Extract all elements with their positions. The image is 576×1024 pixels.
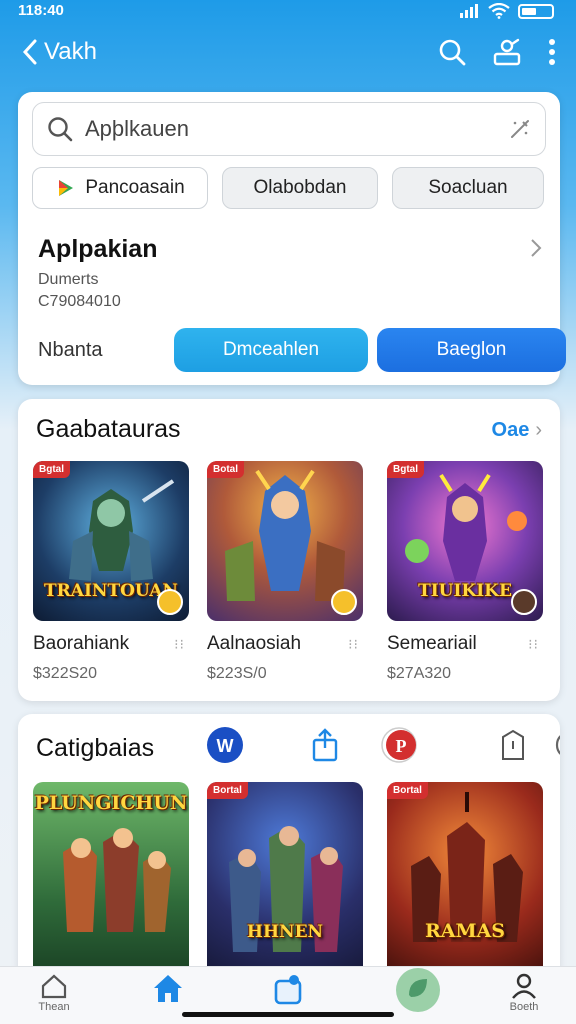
partial-icon[interactable] bbox=[544, 726, 560, 764]
chip-olabobdan[interactable]: Olabobdan bbox=[222, 167, 378, 209]
app-title: Aplpakian bbox=[38, 235, 158, 263]
section-title: Catigbaias bbox=[36, 734, 155, 762]
tab-home-outline[interactable]: Thean bbox=[24, 973, 84, 1013]
game-name: Baorahiank bbox=[33, 633, 130, 654]
thumb-tag: Bortal bbox=[207, 782, 248, 799]
game-price: $27A320 bbox=[387, 665, 452, 682]
tab-profile[interactable]: Boeth bbox=[494, 973, 554, 1013]
category-thumbnail[interactable]: PLUNGICHUN bbox=[33, 782, 189, 974]
status-icons bbox=[460, 3, 554, 19]
category-thumbnail[interactable]: Bortal RAMAS bbox=[387, 782, 543, 974]
game-name-row: Baorahiank ⁝⁝ bbox=[33, 633, 191, 655]
badge-icon bbox=[331, 589, 357, 615]
game-thumbnail[interactable]: Bgtal TRAINTOUAN bbox=[33, 461, 189, 621]
more-icon[interactable] bbox=[548, 38, 556, 66]
app-meta: Dumerts C79084010 bbox=[38, 269, 121, 313]
brand-w-icon[interactable]: W bbox=[206, 726, 244, 764]
game-price: $223S/0 bbox=[207, 665, 267, 682]
svg-text:P: P bbox=[396, 736, 407, 756]
thumb-art-text: PLUNGICHUN bbox=[34, 792, 188, 814]
signal-icon bbox=[460, 4, 478, 18]
thumb-tag: Botal bbox=[207, 461, 244, 478]
thumb-tag: Bgtal bbox=[387, 461, 424, 478]
p-badge-icon[interactable]: P bbox=[380, 726, 418, 764]
game-price: $322S20 bbox=[33, 665, 98, 682]
play-store-icon bbox=[59, 180, 74, 196]
see-all-label: Oae bbox=[491, 419, 530, 441]
download-button[interactable]: Dmceahlen bbox=[174, 328, 368, 372]
profile-icon bbox=[512, 973, 536, 999]
thumb-tag: Bgtal bbox=[33, 461, 70, 478]
game-name-row: Semeariail ⁝⁝ bbox=[387, 633, 545, 655]
thumb-art-text: HHNEN bbox=[246, 922, 324, 942]
store-icon bbox=[274, 975, 302, 1005]
badge-icon bbox=[511, 589, 537, 615]
see-all-link[interactable]: Oae › bbox=[492, 419, 542, 442]
character-art bbox=[229, 826, 343, 952]
grid-dots-icon[interactable]: ⁝⁝ bbox=[528, 636, 539, 653]
game-card[interactable]: Bgtal TIUIKIKE Semeariail ⁝⁝ $27A320 bbox=[387, 461, 545, 683]
game-name: Semeariail bbox=[387, 633, 477, 654]
tab-label: Thean bbox=[38, 1001, 70, 1013]
chip-label: Soacluan bbox=[428, 177, 508, 198]
search-box[interactable] bbox=[32, 102, 546, 156]
nav-actions bbox=[438, 38, 556, 66]
game-card[interactable]: Bgtal TRAINTOUAN Baorahiank ⁝⁝ $322S20 bbox=[33, 461, 191, 683]
grid-dots-icon[interactable]: ⁝⁝ bbox=[348, 636, 359, 653]
share-icon[interactable] bbox=[492, 38, 522, 66]
status-time: 118:40 bbox=[18, 2, 64, 19]
chevron-left-icon bbox=[22, 39, 37, 65]
home-icon bbox=[154, 975, 182, 1002]
search-icon[interactable] bbox=[438, 38, 466, 66]
game-thumbnail[interactable]: Botal bbox=[207, 461, 363, 621]
games-section: Gaabatauras Oae › Bgtal TRAINTOUAN Baora… bbox=[18, 399, 560, 701]
character-art bbox=[411, 792, 523, 942]
section-title: Gaabatauras bbox=[36, 415, 181, 443]
game-card[interactable]: Botal Aalnaosiah ⁝⁝ $223S/0 bbox=[207, 461, 365, 683]
tab-home[interactable] bbox=[138, 973, 198, 1005]
chip-label: Olabobdan bbox=[253, 177, 347, 198]
leaf-icon bbox=[396, 968, 440, 1012]
battery-icon bbox=[518, 3, 554, 19]
app-meta-line1: Dumerts bbox=[38, 271, 99, 288]
tab-store[interactable] bbox=[258, 973, 318, 1007]
app-meta-line2: C79084010 bbox=[38, 293, 121, 310]
wifi-icon bbox=[488, 3, 510, 19]
tag-icon[interactable] bbox=[494, 726, 532, 764]
app-card: Pancoasain Olabobdan Soacluan Aplpakian … bbox=[18, 92, 566, 385]
back-button[interactable]: Vakh bbox=[22, 38, 97, 66]
chip-label: Pancoasain bbox=[85, 177, 185, 198]
chevron-right-icon[interactable] bbox=[530, 238, 542, 264]
svg-text:W: W bbox=[217, 736, 234, 756]
tab-leaf[interactable] bbox=[388, 968, 448, 1015]
category-icons: W P bbox=[204, 726, 560, 770]
search-input[interactable] bbox=[85, 116, 509, 142]
game-name: Aalnaosiah bbox=[207, 633, 302, 654]
tab-label: Boeth bbox=[509, 1001, 539, 1013]
game-name-row: Aalnaosiah ⁝⁝ bbox=[207, 633, 365, 655]
share-icon[interactable] bbox=[306, 726, 344, 764]
badge-icon bbox=[157, 589, 183, 615]
category-thumbnail[interactable]: Bortal HHNEN bbox=[207, 782, 363, 974]
back-label: Vakh bbox=[44, 38, 97, 65]
action-row-label: Nbanta bbox=[38, 339, 103, 361]
thumb-tag: Bortal bbox=[387, 782, 428, 799]
grid-dots-icon[interactable]: ⁝⁝ bbox=[174, 636, 185, 653]
search-icon bbox=[48, 117, 73, 142]
nav-bar: Vakh bbox=[0, 30, 576, 78]
home-indicator bbox=[182, 1012, 394, 1017]
chip-soacluan[interactable]: Soacluan bbox=[392, 167, 544, 209]
filter-chips: Pancoasain Olabobdan Soacluan bbox=[32, 167, 544, 209]
status-bar: 118:40 bbox=[0, 0, 576, 22]
begin-button[interactable]: Baeglon bbox=[377, 328, 566, 372]
game-thumbnail[interactable]: Bgtal TIUIKIKE bbox=[387, 461, 543, 621]
home-outline-icon bbox=[41, 974, 67, 999]
chip-pancoasain[interactable]: Pancoasain bbox=[32, 167, 208, 209]
thumb-art-text: RAMAS bbox=[424, 920, 506, 942]
chevron-right-icon: › bbox=[535, 419, 542, 441]
action-row: Nbanta Dmceahlen Baeglon bbox=[38, 328, 566, 372]
categories-section: Catigbaias W P PLUNGICHUN Bortal HHNEN B… bbox=[18, 714, 560, 974]
magic-wand-icon[interactable] bbox=[509, 118, 531, 140]
